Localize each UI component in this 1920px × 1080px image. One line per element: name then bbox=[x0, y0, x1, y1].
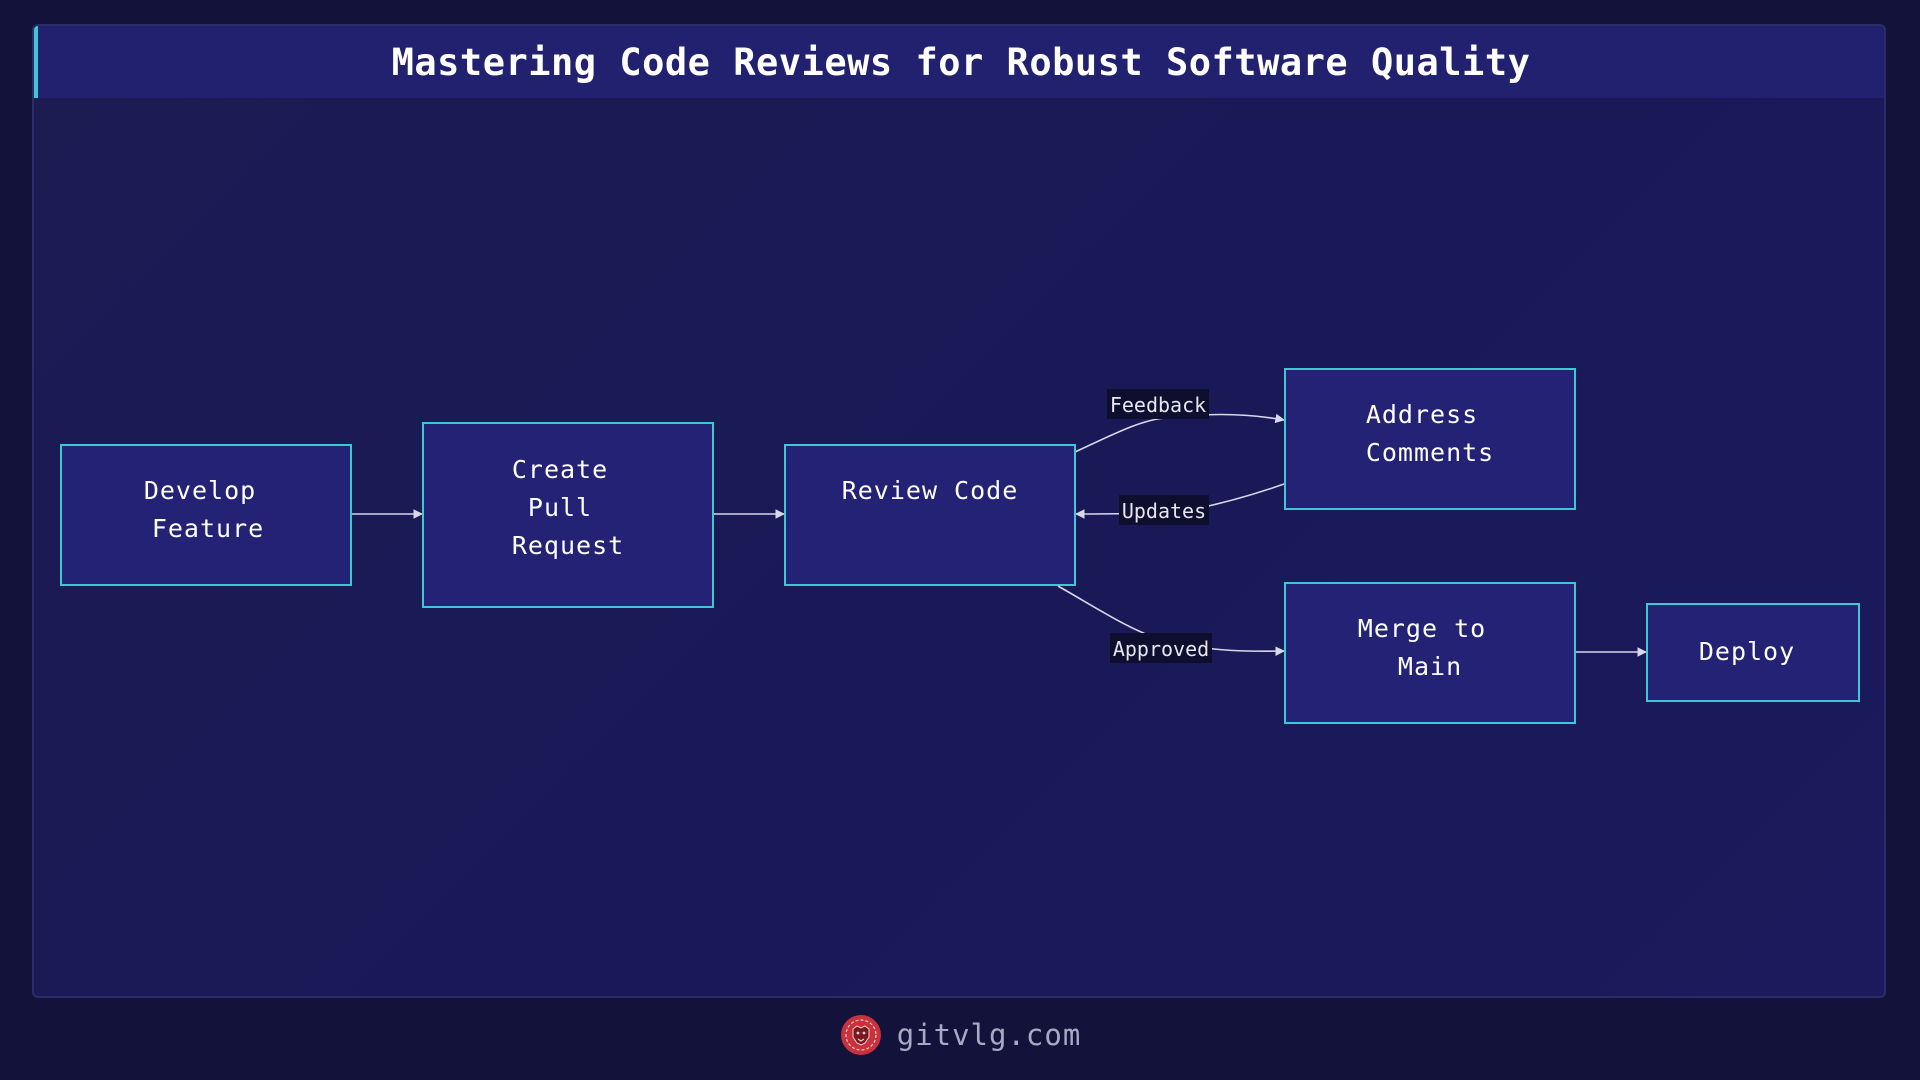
node-deploy: Deploy bbox=[1646, 603, 1860, 702]
footer-brand[interactable]: gitvlg.com bbox=[897, 1018, 1082, 1052]
edge-label-updates: Updates bbox=[1122, 499, 1206, 523]
edge-label-feedback: Feedback bbox=[1110, 393, 1206, 417]
node-develop-feature: Develop Feature bbox=[60, 444, 352, 586]
node-create-pull-request: Create Pull Request bbox=[422, 422, 714, 608]
node-review-code: Review Code bbox=[784, 444, 1076, 586]
node-address-comments: Address Comments bbox=[1284, 368, 1576, 510]
footer: gitvlg.com bbox=[0, 1010, 1920, 1060]
node-merge-to-main-line-1: Merge to bbox=[1358, 614, 1486, 643]
node-review-code-line-1: Review Code bbox=[842, 476, 1019, 505]
node-merge-to-main-line-2: Main bbox=[1382, 652, 1462, 681]
flow-diagram: Feedback Updates Approved Develop Featur… bbox=[60, 368, 1860, 724]
node-develop-feature-line-1: Develop bbox=[144, 476, 256, 505]
node-merge-to-main: Merge to Main bbox=[1284, 582, 1576, 724]
edge-label-approved: Approved bbox=[1113, 637, 1209, 661]
node-address-comments-line-1: Address bbox=[1366, 400, 1478, 429]
node-address-comments-line-2: Comments bbox=[1350, 438, 1494, 467]
node-create-pr-line-2: Pull bbox=[528, 493, 592, 522]
node-create-pr-line-1: Create bbox=[512, 455, 608, 484]
lion-head-icon bbox=[840, 1015, 881, 1055]
node-deploy-line-1: Deploy bbox=[1699, 637, 1795, 666]
node-create-pr-line-3: Request bbox=[496, 531, 624, 560]
node-develop-feature-line-2: Feature bbox=[136, 514, 264, 543]
edge-review-to-address bbox=[1074, 413, 1285, 453]
